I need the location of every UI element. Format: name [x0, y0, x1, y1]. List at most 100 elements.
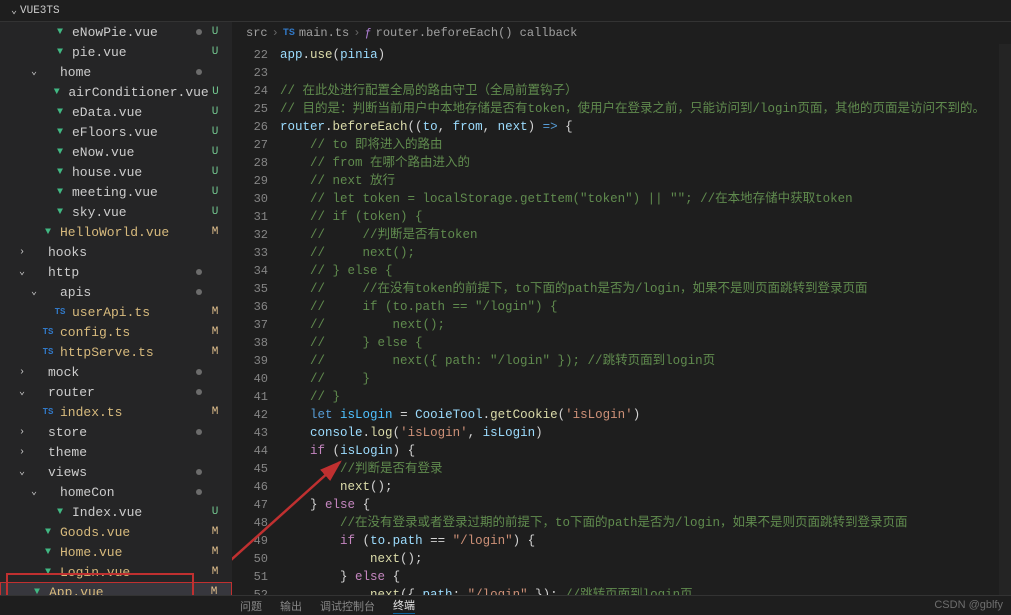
tab-problems[interactable]: 问题: [240, 598, 262, 614]
folder-item[interactable]: ⌄views: [0, 462, 232, 482]
code-line[interactable]: // next();: [280, 316, 1011, 334]
chevron-icon[interactable]: ⌄: [28, 486, 40, 498]
code-line[interactable]: // next();: [280, 244, 1011, 262]
bc-folder[interactable]: src: [246, 26, 268, 40]
folder-item[interactable]: ⌄router: [0, 382, 232, 402]
git-status: M: [208, 406, 222, 418]
file-name: mock: [48, 365, 196, 380]
code-line[interactable]: if (isLogin) {: [280, 442, 1011, 460]
code-line[interactable]: // }: [280, 370, 1011, 388]
code-line[interactable]: // if (to.path == "/login") {: [280, 298, 1011, 316]
modified-dot-icon: [196, 269, 202, 275]
folder-item[interactable]: ⌄apis: [0, 282, 232, 302]
code-line[interactable]: // }: [280, 388, 1011, 406]
code-line[interactable]: // } else {: [280, 334, 1011, 352]
folder-item[interactable]: ⌄home: [0, 62, 232, 82]
code-line[interactable]: // from 在哪个路由进入的: [280, 154, 1011, 172]
code-line[interactable]: next();: [280, 478, 1011, 496]
file-name: Login.vue: [60, 565, 208, 580]
file-name: airConditioner.vue: [68, 85, 208, 100]
file-item[interactable]: ▼pie.vueU: [0, 42, 232, 62]
file-item[interactable]: ▼meeting.vueU: [0, 182, 232, 202]
file-item[interactable]: TSindex.tsM: [0, 402, 232, 422]
file-item[interactable]: ▼house.vueU: [0, 162, 232, 182]
code-line[interactable]: // next({ path: "/login" }); //跳转页面到logi…: [280, 352, 1011, 370]
file-item[interactable]: ▼eData.vueU: [0, 102, 232, 122]
file-item[interactable]: ▼eFloors.vueU: [0, 122, 232, 142]
file-item[interactable]: ▼Index.vueU: [0, 502, 232, 522]
file-item[interactable]: ▼eNow.vueU: [0, 142, 232, 162]
vue-icon: ▼: [52, 187, 68, 198]
tab-output[interactable]: 输出: [280, 598, 302, 614]
code-line[interactable]: router.beforeEach((to, from, next) => {: [280, 118, 1011, 136]
code-line[interactable]: let isLogin = CooieTool.getCookie('isLog…: [280, 406, 1011, 424]
code-line[interactable]: // let token = localStorage.getItem("tok…: [280, 190, 1011, 208]
vue-icon: ▼: [40, 527, 56, 538]
file-item[interactable]: ▼Home.vueM: [0, 542, 232, 562]
folder-item[interactable]: ⌄homeCon: [0, 482, 232, 502]
folder-item[interactable]: ›store: [0, 422, 232, 442]
file-explorer[interactable]: ▼eNowPie.vueU▼pie.vueU⌄home ▼ airCondition…: [0, 22, 232, 595]
file-item[interactable]: ▼eNowPie.vueU: [0, 22, 232, 42]
bottom-panel[interactable]: 问题 输出 调试控制台 终端: [0, 595, 1011, 615]
git-status: U: [208, 126, 222, 138]
folder-item[interactable]: › mock: [0, 362, 232, 382]
file-item[interactable]: TSuserApi.tsM: [0, 302, 232, 322]
vertical-scrollbar[interactable]: [999, 44, 1011, 595]
file-item[interactable]: ▼ airConditioner.vueU: [0, 82, 232, 102]
code-line[interactable]: // } else {: [280, 262, 1011, 280]
chevron-icon[interactable]: ⌄: [28, 286, 40, 298]
code-line[interactable]: // to 即将进入的路由: [280, 136, 1011, 154]
code-line[interactable]: //判断是否有登录: [280, 460, 1011, 478]
git-status: U: [209, 86, 222, 98]
code-line[interactable]: } else {: [280, 496, 1011, 514]
file-item[interactable]: ▼HelloWorld.vueM: [0, 222, 232, 242]
file-item[interactable]: TSconfig.tsM: [0, 322, 232, 342]
code-line[interactable]: console.log('isLogin', isLogin): [280, 424, 1011, 442]
folder-item[interactable]: ›hooks: [0, 242, 232, 262]
chevron-icon[interactable]: ›: [16, 247, 28, 258]
code-line[interactable]: } else {: [280, 568, 1011, 586]
code-line[interactable]: app.use(pinia): [280, 46, 1011, 64]
code-content[interactable]: app.use(pinia)// 在此处进行配置全局的路由守卫（全局前置钩子）/…: [280, 44, 1011, 595]
chevron-icon[interactable]: ›: [16, 367, 28, 378]
chevron-icon[interactable]: ⌄: [28, 66, 40, 78]
git-status: M: [208, 566, 222, 578]
file-item[interactable]: ▼Login.vueM: [0, 562, 232, 582]
code-line[interactable]: [280, 64, 1011, 82]
tab-debug-console[interactable]: 调试控制台: [320, 598, 375, 614]
code-line[interactable]: // next 放行: [280, 172, 1011, 190]
file-item[interactable]: ▼App.vueM: [0, 582, 232, 595]
code-line[interactable]: if (to.path == "/login") {: [280, 532, 1011, 550]
chevron-icon[interactable]: ›: [16, 427, 28, 438]
git-status: M: [208, 306, 222, 318]
file-item[interactable]: TShttpServe.tsM: [0, 342, 232, 362]
folder-item[interactable]: ⌄http: [0, 262, 232, 282]
chevron-right-icon: ›: [353, 26, 360, 40]
file-name: eNow.vue: [72, 145, 208, 160]
code-editor[interactable]: 2223242526272829303132333435363738394041…: [232, 44, 1011, 595]
code-line[interactable]: // if (token) {: [280, 208, 1011, 226]
folder-item[interactable]: ›theme: [0, 442, 232, 462]
code-line[interactable]: // //在没有token的前提下，to下面的path是否为/login，如果不…: [280, 280, 1011, 298]
tab-terminal[interactable]: 终端: [393, 597, 415, 614]
bc-symbol[interactable]: router.beforeEach() callback: [376, 26, 578, 40]
git-status: M: [208, 546, 222, 558]
vue-icon: ▼: [49, 87, 64, 98]
code-line[interactable]: // 目的是：判断当前用户中本地存储是否有token，使用户在登录之前，只能访问…: [280, 100, 1011, 118]
bc-file[interactable]: main.ts: [299, 26, 349, 40]
file-item[interactable]: ▼sky.vueU: [0, 202, 232, 222]
chevron-icon[interactable]: ⌄: [16, 266, 28, 278]
breadcrumbs[interactable]: src › TS main.ts › ƒ router.beforeEach()…: [232, 22, 1011, 44]
ts-icon: TS: [40, 407, 56, 417]
chevron-icon[interactable]: ⌄: [16, 466, 28, 478]
chevron-icon[interactable]: ›: [16, 447, 28, 458]
code-line[interactable]: //在没有登录或者登录过期的前提下，to下面的path是否为/login，如果不…: [280, 514, 1011, 532]
file-item[interactable]: ▼Goods.vueM: [0, 522, 232, 542]
code-line[interactable]: // 在此处进行配置全局的路由守卫（全局前置钩子）: [280, 82, 1011, 100]
code-line[interactable]: next({ path: "/login" }); //跳转页面到login页: [280, 586, 1011, 595]
code-line[interactable]: // //判断是否有token: [280, 226, 1011, 244]
modified-dot-icon: [196, 489, 202, 495]
code-line[interactable]: next();: [280, 550, 1011, 568]
chevron-icon[interactable]: ⌄: [16, 386, 28, 398]
